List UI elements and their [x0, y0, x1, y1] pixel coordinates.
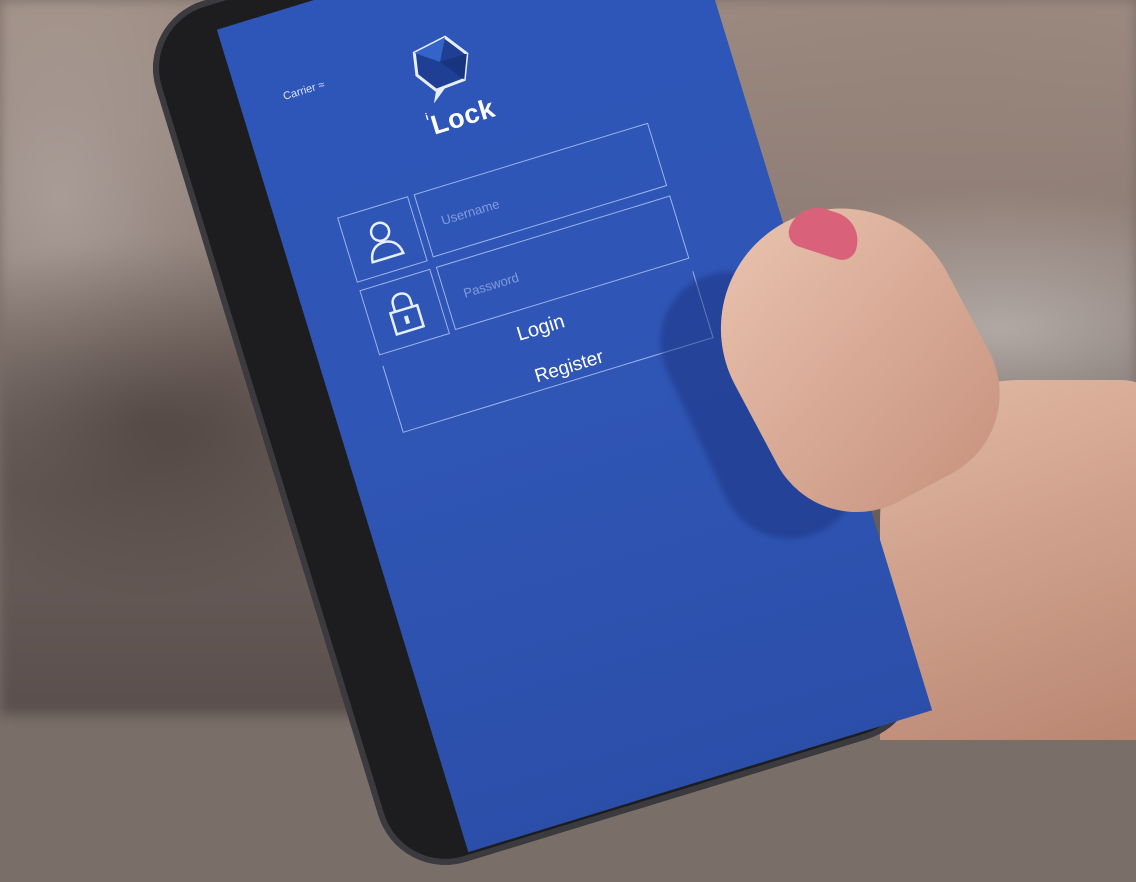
- wifi-icon: ≈: [316, 78, 327, 93]
- username-placeholder: Username: [439, 195, 501, 228]
- username-icon-box: [337, 196, 428, 283]
- user-icon: [369, 221, 405, 264]
- password-placeholder: Password: [461, 269, 521, 301]
- padlock-icon: [388, 292, 426, 336]
- carrier-label: Carrier: [281, 81, 318, 103]
- status-bar: Carrier ≈: [282, 79, 326, 103]
